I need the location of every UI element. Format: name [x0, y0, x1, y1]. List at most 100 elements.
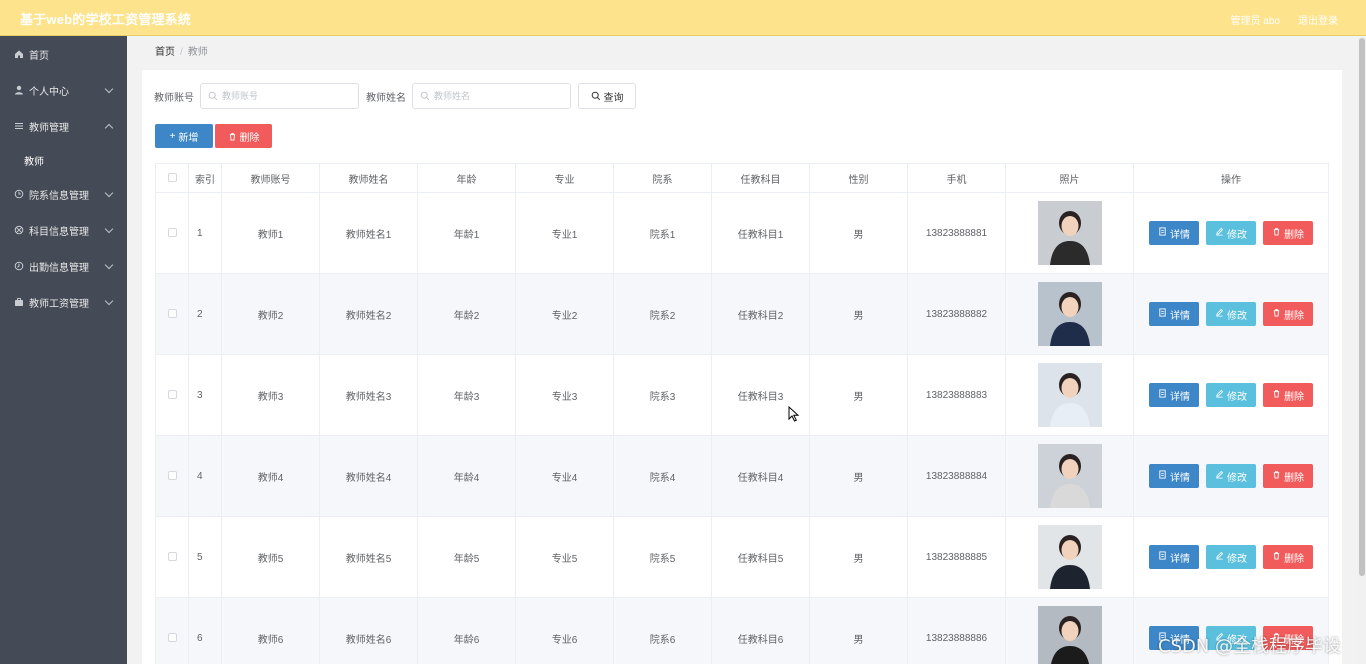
edit-button[interactable]: 修改	[1206, 221, 1256, 245]
trash-icon	[1272, 227, 1281, 239]
edit-icon	[1215, 470, 1224, 482]
teacher-photo	[1037, 363, 1102, 427]
department-cell: 院系4	[613, 435, 712, 517]
edit-button[interactable]: 修改	[1206, 464, 1256, 488]
row-select-cell	[155, 435, 189, 517]
detail-button[interactable]: 详情	[1149, 545, 1199, 569]
sidebar-item-home[interactable]: 首页	[0, 36, 127, 72]
detail-button[interactable]: 详情	[1149, 383, 1199, 407]
major-cell: 专业2	[515, 273, 614, 355]
plus-icon: +	[169, 130, 176, 142]
gender-cell: 男	[809, 354, 908, 436]
batch-delete-label: 删除	[239, 132, 260, 144]
subject-cell: 任教科目4	[711, 435, 810, 517]
detail-button[interactable]: 详情	[1149, 221, 1199, 245]
department-cell: 院系3	[613, 354, 712, 436]
detail-button[interactable]: 详情	[1149, 464, 1199, 488]
row-actions: 详情 修改 删除	[1134, 302, 1328, 326]
delete-button[interactable]: 删除	[1263, 221, 1313, 245]
edit-icon	[1215, 551, 1224, 563]
time-icon	[14, 261, 24, 271]
teacher-account-input[interactable]	[222, 91, 352, 101]
row-checkbox[interactable]	[167, 633, 177, 643]
document-icon	[1158, 227, 1167, 239]
detail-button-label: 详情	[1170, 310, 1190, 322]
row-checkbox[interactable]	[167, 390, 177, 400]
gender-cell: 男	[809, 597, 908, 664]
department-cell: 院系1	[613, 192, 712, 274]
row-checkbox[interactable]	[167, 309, 177, 319]
edit-button[interactable]: 修改	[1206, 383, 1256, 407]
row-checkbox[interactable]	[167, 552, 177, 562]
detail-button[interactable]: 详情	[1149, 302, 1199, 326]
age-cell: 年龄4	[417, 435, 516, 517]
name-cell: 教师姓名4	[319, 435, 418, 517]
table-row: 4 教师4 教师姓名4 年龄4 专业4 院系4 任教科目4 男 13823888884 详情 修改 删…	[155, 435, 1329, 517]
teacher-photo	[1037, 201, 1102, 265]
edit-button-label: 修改	[1227, 229, 1247, 241]
gender-cell: 男	[809, 516, 908, 598]
delete-button[interactable]: 删除	[1263, 545, 1313, 569]
add-button[interactable]: + 新增	[155, 124, 213, 148]
subject-cell: 任教科目2	[711, 273, 810, 355]
operations-cell: 详情 修改 删除	[1133, 435, 1329, 517]
breadcrumb-separator: /	[180, 47, 183, 58]
search-form: 教师账号 教师姓名 查询	[154, 83, 636, 109]
name-cell: 教师姓名2	[319, 273, 418, 355]
teacher-photo	[1037, 525, 1102, 589]
teacher-name-input[interactable]	[434, 91, 564, 101]
sidebar-item-personal-center[interactable]: 个人中心	[0, 72, 127, 108]
name-cell: 教师姓名5	[319, 516, 418, 598]
index-cell: 6	[188, 597, 222, 664]
logout-link[interactable]: 退出登录	[1298, 12, 1338, 27]
phone-cell: 13823888881	[907, 192, 1006, 274]
age-cell: 年龄5	[417, 516, 516, 598]
sidebar-item-department-info[interactable]: 院系信息管理	[0, 176, 127, 212]
basketball-icon	[14, 225, 24, 235]
batch-delete-button[interactable]: 删除	[215, 124, 272, 148]
scrollbar-thumb[interactable]	[1359, 38, 1365, 576]
sidebar-item-subject-info[interactable]: 科目信息管理	[0, 212, 127, 248]
sidebar-subitem-teacher[interactable]: 教师	[0, 144, 127, 176]
column-header: 任教科目	[711, 163, 810, 193]
operations-cell: 详情 修改 删除	[1133, 192, 1329, 274]
photo-cell	[1005, 516, 1134, 598]
account-cell: 教师5	[221, 516, 320, 598]
sidebar-item-teacher-management[interactable]: 教师管理	[0, 108, 127, 144]
chevron-down-icon	[104, 296, 114, 306]
delete-button[interactable]: 删除	[1263, 383, 1313, 407]
name-cell: 教师姓名3	[319, 354, 418, 436]
account-cell: 教师6	[221, 597, 320, 664]
column-header: 教师姓名	[319, 163, 418, 193]
edit-button[interactable]: 修改	[1206, 545, 1256, 569]
major-cell: 专业1	[515, 192, 614, 274]
trash-icon	[229, 132, 235, 141]
clock-icon	[14, 189, 24, 199]
phone-cell: 13823888885	[907, 516, 1006, 598]
row-checkbox[interactable]	[167, 471, 177, 481]
delete-button[interactable]: 删除	[1263, 464, 1313, 488]
breadcrumb-home[interactable]: 首页	[155, 47, 175, 58]
delete-button[interactable]: 删除	[1263, 302, 1313, 326]
account-cell: 教师3	[221, 354, 320, 436]
age-cell: 年龄2	[417, 273, 516, 355]
add-button-label: 新增	[178, 132, 199, 144]
search-icon	[591, 91, 600, 101]
query-button[interactable]: 查询	[578, 83, 636, 109]
sidebar-item-attendance-info[interactable]: 出勤信息管理	[0, 248, 127, 284]
sidebar-item-label: 院系信息管理	[29, 190, 89, 202]
delete-button-label: 删除	[1284, 472, 1304, 484]
edit-button[interactable]: 修改	[1206, 302, 1256, 326]
photo-cell	[1005, 435, 1134, 517]
detail-button-label: 详情	[1170, 391, 1190, 403]
select-all-checkbox[interactable]	[167, 173, 177, 183]
delete-button-label: 删除	[1284, 391, 1304, 403]
operations-cell: 详情 修改 删除	[1133, 516, 1329, 598]
row-checkbox[interactable]	[167, 228, 177, 238]
sidebar-item-label: 教师管理	[29, 122, 69, 134]
photo-cell	[1005, 273, 1134, 355]
sidebar-item-salary-management[interactable]: 教师工资管理	[0, 284, 127, 320]
column-header: 照片	[1005, 163, 1134, 193]
table-body: 1 教师1 教师姓名1 年龄1 专业1 院系1 任教科目1 男 13823888881 详情 修改删…	[155, 192, 1329, 664]
sidebar-item-label: 个人中心	[29, 86, 69, 98]
